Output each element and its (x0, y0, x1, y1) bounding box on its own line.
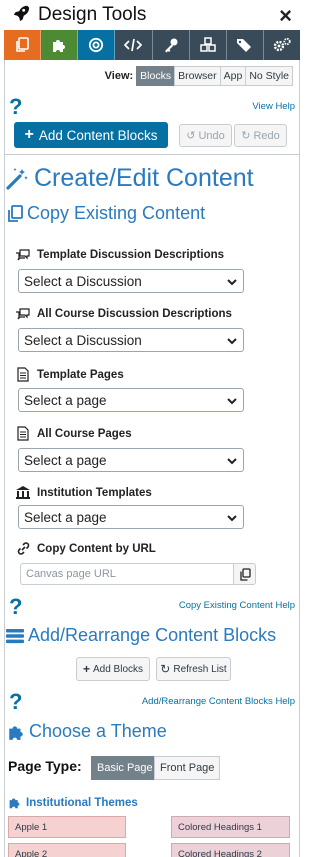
institution-template-select[interactable]: Select a page (18, 505, 244, 529)
theme-chip-apple-2[interactable]: Apple 2 (8, 843, 126, 857)
title-bar: Design Tools × (0, 0, 304, 30)
add-rearrange-heading: Add/Rearrange Content Blocks (5, 625, 276, 646)
create-edit-heading: Create/Edit Content (5, 164, 254, 193)
view-help-link[interactable]: View Help (252, 101, 295, 112)
tab-target[interactable] (78, 30, 116, 60)
chevron-down-icon (227, 338, 237, 345)
document-icon (15, 426, 31, 441)
link-icon (15, 542, 31, 555)
all-course-discussion-select[interactable]: Select a Discussion (18, 328, 244, 352)
close-icon[interactable]: × (279, 3, 292, 29)
code-icon (124, 38, 143, 52)
magic-wand-icon (5, 167, 31, 191)
institution-icon (15, 486, 31, 499)
key-icon (164, 38, 178, 53)
rocket-icon (12, 4, 30, 27)
list-icon (5, 628, 25, 644)
design-panel: View: Blocks Browser App No Style ? View… (4, 60, 300, 857)
redo-button[interactable]: ↻ Redo (234, 124, 287, 147)
theme-chip-colored-headings-2[interactable]: Colored Headings 2 (171, 843, 290, 857)
canvas-url-input[interactable]: Canvas page URL (20, 563, 234, 585)
puzzle-icon (5, 723, 27, 741)
undo-icon: ↺ (186, 130, 196, 142)
tab-gears[interactable] (263, 30, 300, 60)
tab-key[interactable] (152, 30, 190, 60)
tags-icon (236, 39, 251, 52)
copy-icon (239, 567, 251, 581)
app-title: Design Tools (38, 4, 147, 25)
rearrange-help-link[interactable]: Add/Rearrange Content Blocks Help (142, 696, 295, 707)
help-icon[interactable]: ? (9, 96, 22, 118)
cubes-icon (199, 37, 216, 52)
view-no-style-button[interactable]: No Style (245, 66, 293, 86)
template-pages-label: Template Pages (15, 367, 124, 382)
template-discussion-select[interactable]: Select a Discussion (18, 269, 244, 293)
plus-icon: + (24, 126, 34, 143)
all-course-pages-label: All Course Pages (15, 426, 132, 441)
refresh-icon: ↻ (160, 662, 171, 676)
view-app-button[interactable]: App (219, 66, 247, 86)
comments-icon (15, 307, 31, 321)
all-course-discussions-label: All Course Discussion Descriptions (15, 307, 232, 321)
puzzle-icon (8, 796, 22, 809)
tab-tags[interactable] (226, 30, 264, 60)
institution-templates-label: Institution Templates (15, 486, 152, 499)
gears-icon (273, 37, 291, 52)
document-icon (15, 367, 31, 382)
add-content-blocks-label: Add Content Blocks (38, 127, 158, 143)
rearrange-help-icon[interactable]: ? (9, 691, 22, 713)
copy-icon (5, 204, 25, 223)
refresh-list-button[interactable]: ↻ Refresh List (156, 657, 231, 681)
chevron-down-icon (227, 458, 237, 465)
add-content-blocks-button[interactable]: + Add Content Blocks (14, 122, 168, 148)
all-course-page-select[interactable]: Select a page (18, 448, 244, 472)
puzzle-icon (53, 40, 66, 52)
theme-chip-colored-headings-1[interactable]: Colored Headings 1 (171, 816, 290, 838)
view-browser-button[interactable]: Browser (174, 66, 221, 86)
copy-by-url-label: Copy Content by URL (15, 542, 156, 555)
comments-icon (15, 248, 31, 262)
chevron-down-icon (227, 398, 237, 405)
theme-chip-apple-1[interactable]: Apple 1 (8, 816, 126, 838)
tool-tabs (4, 30, 300, 60)
copy-icon (16, 37, 29, 52)
copy-help-icon[interactable]: ? (9, 596, 22, 618)
page-type-label: Page Type: (8, 758, 82, 774)
chevron-down-icon (227, 279, 237, 286)
view-label: View: (104, 70, 134, 82)
target-icon (89, 37, 104, 53)
redo-icon: ↻ (241, 130, 251, 142)
copy-url-button[interactable] (234, 563, 256, 585)
tab-cubes[interactable] (189, 30, 227, 60)
copy-existing-heading: Copy Existing Content (5, 203, 205, 224)
chevron-down-icon (227, 515, 237, 522)
template-discussions-label: Template Discussion Descriptions (15, 248, 224, 262)
tab-code[interactable] (115, 30, 153, 60)
add-blocks-button[interactable]: + Add Blocks (76, 657, 150, 681)
undo-button[interactable]: ↺ Undo (179, 124, 232, 147)
choose-theme-heading: Choose a Theme (5, 721, 167, 742)
institutional-themes-label: Institutional Themes (8, 796, 138, 809)
view-selector: View: Blocks Browser App No Style (105, 66, 293, 86)
tab-puzzle[interactable] (41, 30, 79, 60)
plus-icon: + (82, 662, 90, 676)
divider (5, 154, 299, 155)
basic-page-button[interactable]: Basic Page (91, 756, 159, 780)
template-page-select[interactable]: Select a page (18, 388, 244, 412)
view-blocks-button[interactable]: Blocks (136, 66, 176, 86)
tab-copy[interactable] (4, 30, 42, 60)
copy-existing-help-link[interactable]: Copy Existing Content Help (179, 600, 295, 611)
front-page-button[interactable]: Front Page (154, 756, 221, 780)
